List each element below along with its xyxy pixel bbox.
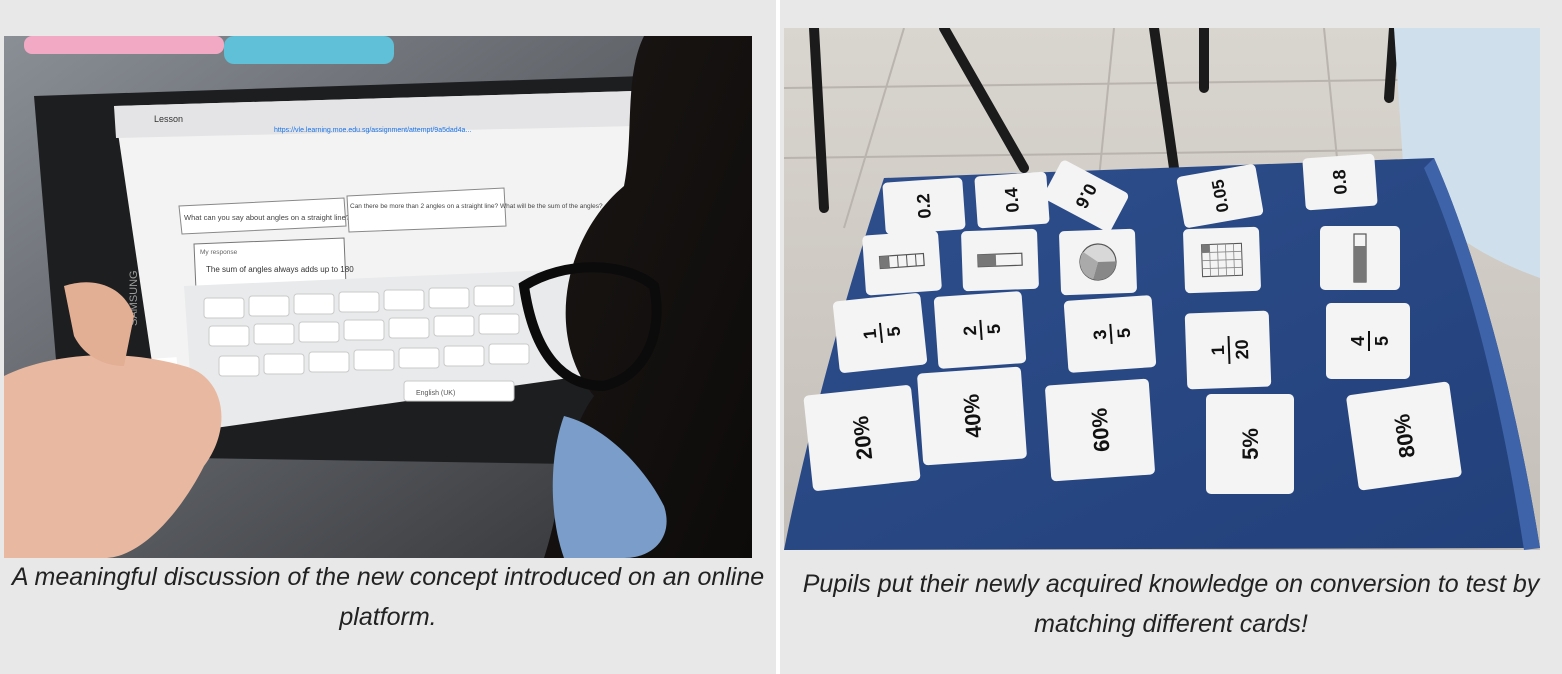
card-fraction-5-denominator: 5 [1372, 336, 1392, 346]
card-picture-strip-2 [961, 228, 1039, 292]
caption-right: Pupils put their newly acquired knowledg… [802, 570, 1540, 638]
tablet-question-right: Can there be more than 2 angles on a str… [350, 203, 603, 210]
card-fraction-1-denominator: 5 [883, 326, 904, 338]
card-fraction-4-numerator: 1 [1208, 345, 1228, 356]
figure-tablet: Lesson https://vle.learning.moe.edu.sg/a… [0, 0, 776, 674]
card-fraction-4-denominator: 20 [1232, 339, 1253, 360]
photo-tablet-discussion: Lesson https://vle.learning.moe.edu.sg/a… [4, 36, 752, 558]
caption-left: A meaningful discussion of the new conce… [11, 563, 765, 631]
photo-matching-cards: 0.2 0.4 0.6 0.05 0.8 1 5 2 5 3 5 1 20 4 … [784, 28, 1540, 550]
keyboard-language: English (UK) [416, 390, 455, 397]
card-fraction-1-numerator: 1 [860, 328, 881, 340]
cards-photo-illustration: 0.2 0.4 0.6 0.05 0.8 1 5 2 5 3 5 1 20 4 … [784, 28, 1540, 550]
tablet-url: https://vle.learning.moe.edu.sg/assignme… [274, 127, 471, 134]
card-fraction-3-numerator: 3 [1090, 329, 1111, 340]
card-fraction-5-numerator: 4 [1348, 336, 1368, 346]
card-percent-1: 20% [848, 415, 877, 461]
card-fraction-2-denominator: 5 [984, 323, 1005, 334]
card-fraction-3-denominator: 5 [1114, 327, 1135, 338]
figure-cards: 0.2 0.4 0.6 0.05 0.8 1 5 2 5 3 5 1 20 4 … [780, 0, 1562, 674]
card-percent-3: 60% [1086, 407, 1114, 453]
card-picture-strip-3 [1320, 226, 1400, 290]
card-picture-pie [1059, 228, 1137, 296]
card-decimal-2: 0.4 [1001, 187, 1023, 213]
card-picture-grid [1183, 226, 1261, 294]
tablet-answer-text: The sum of angles always adds up to 180 [206, 265, 354, 274]
card-picture-strip-1 [862, 230, 942, 296]
card-percent-2: 40% [958, 393, 986, 439]
card-percent-4: 5% [1238, 428, 1263, 460]
tablet-tab-title: Lesson [154, 114, 183, 124]
card-fraction-2-numerator: 2 [960, 325, 981, 336]
tablet-photo-illustration: Lesson https://vle.learning.moe.edu.sg/a… [4, 36, 752, 558]
tablet-question-left: What can you say about angles on a strai… [184, 213, 350, 222]
tablet-answer-label: My response [200, 249, 238, 256]
card-decimal-1: 0.2 [913, 193, 935, 219]
photo-gallery: Lesson https://vle.learning.moe.edu.sg/a… [0, 0, 1562, 674]
card-decimal-5: 0.8 [1329, 169, 1351, 195]
